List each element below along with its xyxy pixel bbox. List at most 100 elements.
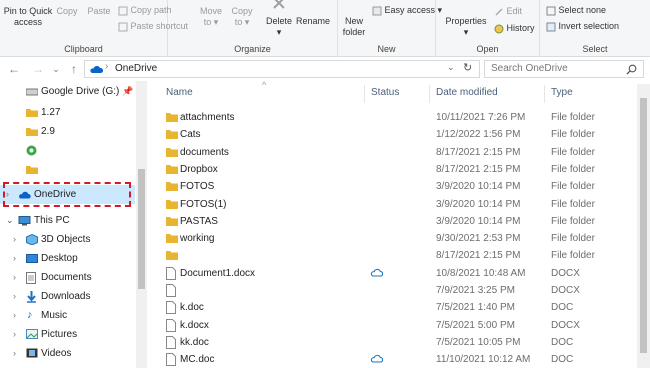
file-date-modified: 8/17/2021 2:15 PM	[436, 163, 521, 175]
file-row[interactable]: MC.doc 11/10/2021 10:12 AM DOC	[150, 351, 650, 368]
refresh-icon[interactable]: ↻	[463, 61, 472, 74]
highlight-annotation	[3, 182, 131, 207]
copy-to-button[interactable]: Copy to ▾	[230, 6, 254, 28]
paste-button[interactable]: Paste	[86, 6, 112, 17]
file-date-modified: 3/9/2020 10:14 PM	[436, 181, 521, 193]
nav-item-google-drive[interactable]: Google Drive (G:) 📌	[0, 82, 135, 101]
expand-chevron-icon[interactable]: ›	[13, 344, 16, 363]
pin-icon[interactable]: 📌	[122, 82, 133, 101]
column-divider[interactable]	[364, 85, 365, 103]
file-type: DOCX	[551, 319, 580, 331]
search-placeholder: Search OneDrive	[491, 63, 568, 74]
easy-access-button[interactable]: Easy access ▾	[372, 5, 442, 16]
column-divider[interactable]	[544, 85, 545, 103]
breadcrumb-onedrive[interactable]: OneDrive	[115, 63, 157, 74]
file-row[interactable]: 7/9/2021 3:25 PM DOCX	[150, 282, 650, 299]
expand-chevron-icon[interactable]: ›	[13, 306, 16, 325]
forward-arrow-icon: →	[32, 62, 44, 76]
delete-button[interactable]: Delete ▾	[264, 16, 294, 38]
collapse-chevron-icon[interactable]: ⌄	[6, 211, 14, 230]
recent-locations-button[interactable]: ⌄	[48, 61, 64, 77]
invert-selection-label: Invert selection	[558, 21, 620, 31]
file-date-modified: 8/17/2021 2:15 PM	[436, 250, 521, 262]
easy-access-label: Easy access	[384, 5, 436, 15]
nav-item-desktop[interactable]: › Desktop	[0, 249, 135, 268]
file-row[interactable]: kk.doc 7/5/2021 10:05 PM DOC	[150, 334, 650, 351]
file-row[interactable]: Dropbox 8/17/2021 2:15 PM File folder	[150, 161, 650, 178]
column-header-status[interactable]: Status	[371, 87, 399, 98]
search-input[interactable]: Search OneDrive	[484, 60, 644, 78]
up-button[interactable]: ↑	[66, 61, 82, 77]
file-list-pane: ^ Name Status Date modified Type attachm…	[150, 80, 650, 368]
file-list-scrollbar[interactable]	[637, 84, 650, 368]
column-divider[interactable]	[429, 85, 430, 103]
expand-chevron-icon[interactable]: ›	[13, 287, 16, 306]
document-icon	[166, 335, 176, 349]
file-row[interactable]: PASTAS 3/9/2020 10:14 PM File folder	[150, 213, 650, 230]
edit-button[interactable]: Edit	[494, 6, 522, 17]
nav-item-folder[interactable]	[0, 160, 135, 179]
nav-item-2-9[interactable]: 2.9	[0, 122, 135, 141]
desktop-icon	[26, 254, 38, 263]
nav-item-downloads[interactable]: › Downloads	[0, 287, 135, 306]
nav-label: 2.9	[41, 126, 55, 137]
file-date-modified: 3/9/2020 10:14 PM	[436, 198, 521, 210]
breadcrumb-separator-icon: ›	[105, 61, 109, 72]
column-header-type[interactable]: Type	[551, 87, 573, 98]
address-box[interactable]: › OneDrive ⌄ ↻	[84, 60, 480, 78]
select-none-button[interactable]: Select none	[546, 5, 606, 16]
nav-item-documents[interactable]: › Documents	[0, 268, 135, 287]
paste-label: Paste	[87, 6, 111, 16]
back-arrow-icon: ←	[8, 62, 20, 76]
nav-item-3d-objects[interactable]: › 3D Objects	[0, 230, 135, 249]
file-row[interactable]: documents 8/17/2021 2:15 PM File folder	[150, 144, 650, 161]
back-button[interactable]: ←	[6, 61, 22, 77]
file-row[interactable]: Cats 1/12/2022 1:56 PM File folder	[150, 126, 650, 143]
select-group: Select none Invert selection Select	[540, 0, 650, 57]
invert-selection-button[interactable]: Invert selection	[546, 21, 619, 32]
pictures-icon	[26, 329, 38, 339]
expand-chevron-icon[interactable]: ›	[13, 268, 16, 287]
new-folder-button[interactable]: New folder	[340, 16, 368, 38]
file-row[interactable]: k.docx 7/5/2021 5:00 PM DOCX	[150, 317, 650, 334]
edit-label: Edit	[506, 6, 523, 16]
nav-scrollbar-thumb[interactable]	[138, 169, 145, 289]
new-group: New folder Easy access ▾ New	[338, 0, 442, 57]
file-row[interactable]: 8/17/2021 2:15 PM File folder	[150, 247, 650, 264]
nav-scrollbar[interactable]	[136, 81, 147, 368]
file-row[interactable]: Document1.docx 10/8/2021 10:48 AM DOCX	[150, 265, 650, 282]
folder-icon	[166, 130, 178, 140]
expand-chevron-icon[interactable]: ›	[13, 249, 16, 268]
cloud-status-icon	[370, 355, 384, 363]
nav-item-music[interactable]: › ♪ Music	[0, 306, 135, 325]
move-to-button[interactable]: Move to ▾	[198, 6, 224, 28]
column-header-date-modified[interactable]: Date modified	[436, 87, 498, 98]
pin-to-quick-access-button[interactable]: Pin to Quick access	[2, 6, 54, 28]
rename-button[interactable]: Rename	[296, 16, 330, 27]
forward-button[interactable]: →	[30, 61, 46, 77]
column-header-name[interactable]: Name	[166, 87, 193, 98]
expand-chevron-icon[interactable]: ›	[13, 230, 16, 249]
expand-chevron-icon[interactable]: ›	[13, 325, 16, 344]
copy-path-button[interactable]: Copy path	[118, 5, 172, 16]
copy-label: Copy	[56, 6, 78, 16]
file-row[interactable]: FOTOS 3/9/2020 10:14 PM File folder	[150, 178, 650, 195]
history-button[interactable]: History	[494, 23, 535, 34]
nav-item-videos[interactable]: › Videos	[0, 344, 135, 363]
address-dropdown-icon[interactable]: ⌄	[447, 62, 455, 73]
copy-button[interactable]: Copy	[56, 6, 78, 17]
folder-icon	[166, 251, 178, 261]
file-row[interactable]: k.doc 7/5/2021 1:40 PM DOC	[150, 299, 650, 316]
properties-button[interactable]: Properties ▾	[444, 16, 488, 38]
file-row[interactable]: FOTOS(1) 3/9/2020 10:14 PM File folder	[150, 196, 650, 213]
download-arrow-icon	[27, 291, 36, 303]
nav-item-green-app[interactable]	[0, 141, 135, 160]
delete-label: Delete	[265, 16, 292, 26]
file-row[interactable]: attachments 10/11/2021 7:26 PM File folder	[150, 109, 650, 126]
nav-item-pictures[interactable]: › Pictures	[0, 325, 135, 344]
file-row[interactable]: working 9/30/2021 2:53 PM File folder	[150, 230, 650, 247]
file-list-scrollbar-thumb[interactable]	[640, 98, 647, 353]
nav-item-1-27[interactable]: 1.27	[0, 103, 135, 122]
nav-item-this-pc[interactable]: ⌄ This PC	[0, 211, 135, 230]
open-group-label: Open	[476, 44, 499, 54]
